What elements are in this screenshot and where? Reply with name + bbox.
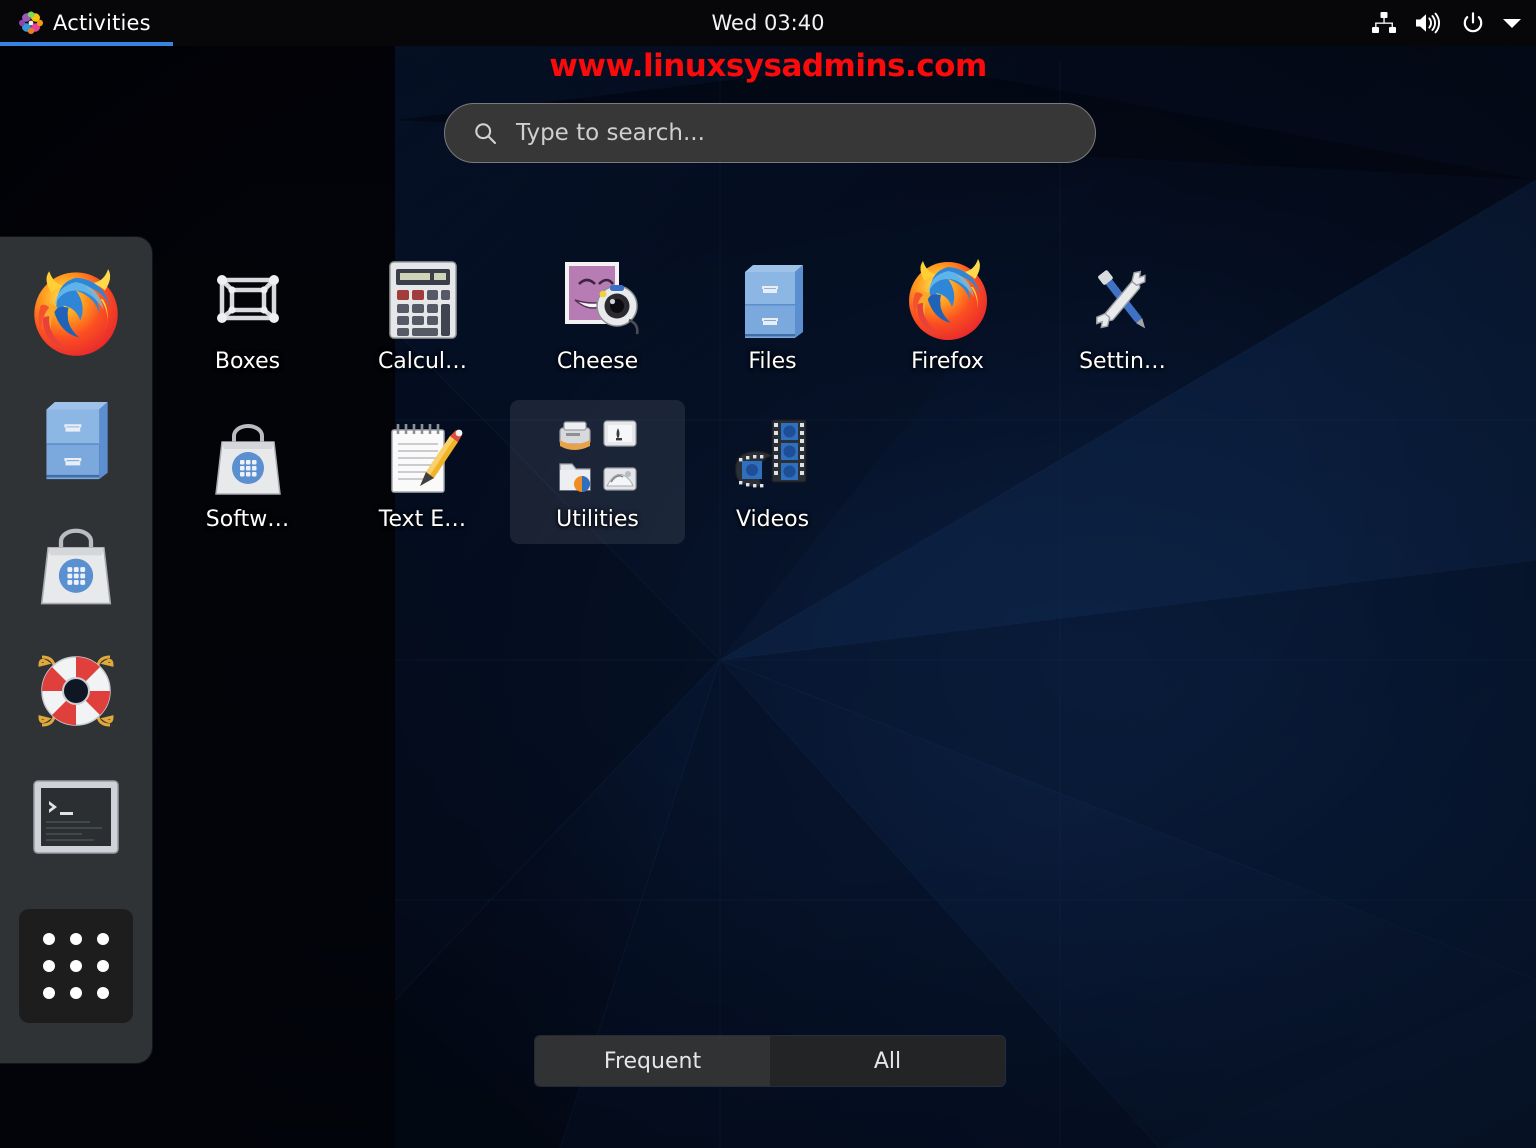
app-item-cheese[interactable]: Cheese	[510, 242, 685, 386]
app-grid-dots-icon	[43, 933, 109, 999]
firefox-icon	[904, 256, 992, 344]
dash-item-files[interactable]	[22, 385, 130, 493]
videos-icon	[729, 414, 817, 502]
system-status-menu[interactable]	[1371, 0, 1522, 46]
desktop-background	[0, 0, 1536, 1148]
app-grid-row: Softw…	[160, 400, 1536, 544]
app-grid-row: Boxes	[160, 242, 1536, 386]
top-bar: Activities Wed 03:40	[0, 0, 1536, 46]
app-item-boxes[interactable]: Boxes	[160, 242, 335, 386]
app-item-videos[interactable]: Videos	[685, 400, 860, 544]
files-icon	[729, 256, 817, 344]
utilities-folder-icon	[554, 414, 642, 502]
app-item-calculator[interactable]: Calcul…	[335, 242, 510, 386]
app-label: Calcul…	[378, 350, 467, 374]
dash-item-terminal[interactable]	[22, 763, 130, 871]
app-item-text-editor[interactable]: Text E…	[335, 400, 510, 544]
search-placeholder: Type to search...	[516, 120, 705, 146]
dash-item-help[interactable]	[22, 637, 130, 745]
volume-speaker-icon[interactable]	[1414, 11, 1444, 35]
firefox-icon	[30, 267, 122, 359]
dash-item-firefox[interactable]	[22, 259, 130, 367]
app-label: Firefox	[911, 350, 984, 374]
dash-dock	[0, 237, 152, 1063]
app-label: Settin…	[1079, 350, 1166, 374]
settings-icon	[1079, 256, 1167, 344]
app-item-settings[interactable]: Settin…	[1035, 242, 1210, 386]
gnome-logo-icon	[18, 10, 44, 36]
app-item-software[interactable]: Softw…	[160, 400, 335, 544]
app-label: Videos	[736, 508, 809, 532]
app-label: Cheese	[557, 350, 638, 374]
app-item-files[interactable]: Files	[685, 242, 860, 386]
calculator-icon	[379, 256, 467, 344]
help-lifering-icon	[30, 645, 122, 737]
network-wired-icon[interactable]	[1371, 11, 1397, 35]
app-item-firefox[interactable]: Firefox	[860, 242, 1035, 386]
tab-frequent[interactable]: Frequent	[535, 1036, 770, 1086]
app-label: Text E…	[379, 508, 466, 532]
overview-dim-overlay	[0, 0, 1536, 1148]
files-icon	[38, 394, 114, 484]
tab-all[interactable]: All	[770, 1036, 1005, 1086]
show-applications-button[interactable]	[19, 909, 133, 1023]
software-icon	[33, 520, 119, 610]
terminal-icon	[32, 779, 120, 855]
app-label: Boxes	[215, 350, 280, 374]
boxes-icon	[204, 256, 292, 344]
view-selector: Frequent All	[535, 1036, 1005, 1086]
app-folder-utilities[interactable]: Utilities	[510, 400, 685, 544]
cheese-icon	[554, 256, 642, 344]
chevron-down-icon[interactable]	[1502, 16, 1522, 30]
activities-button[interactable]: Activities	[0, 0, 173, 46]
watermark-text: www.linuxsysadmins.com	[0, 48, 1536, 84]
power-icon[interactable]	[1461, 11, 1485, 35]
activities-label: Activities	[53, 11, 151, 35]
search-input[interactable]: Type to search...	[444, 103, 1096, 163]
app-grid: Boxes	[160, 242, 1536, 544]
dash-item-software[interactable]	[22, 511, 130, 619]
clock-label: Wed 03:40	[0, 0, 1536, 46]
search-icon	[473, 121, 498, 146]
app-label: Files	[748, 350, 796, 374]
software-icon	[204, 414, 292, 502]
app-label: Softw…	[206, 508, 289, 532]
text-editor-icon	[379, 414, 467, 502]
app-label: Utilities	[556, 508, 639, 532]
